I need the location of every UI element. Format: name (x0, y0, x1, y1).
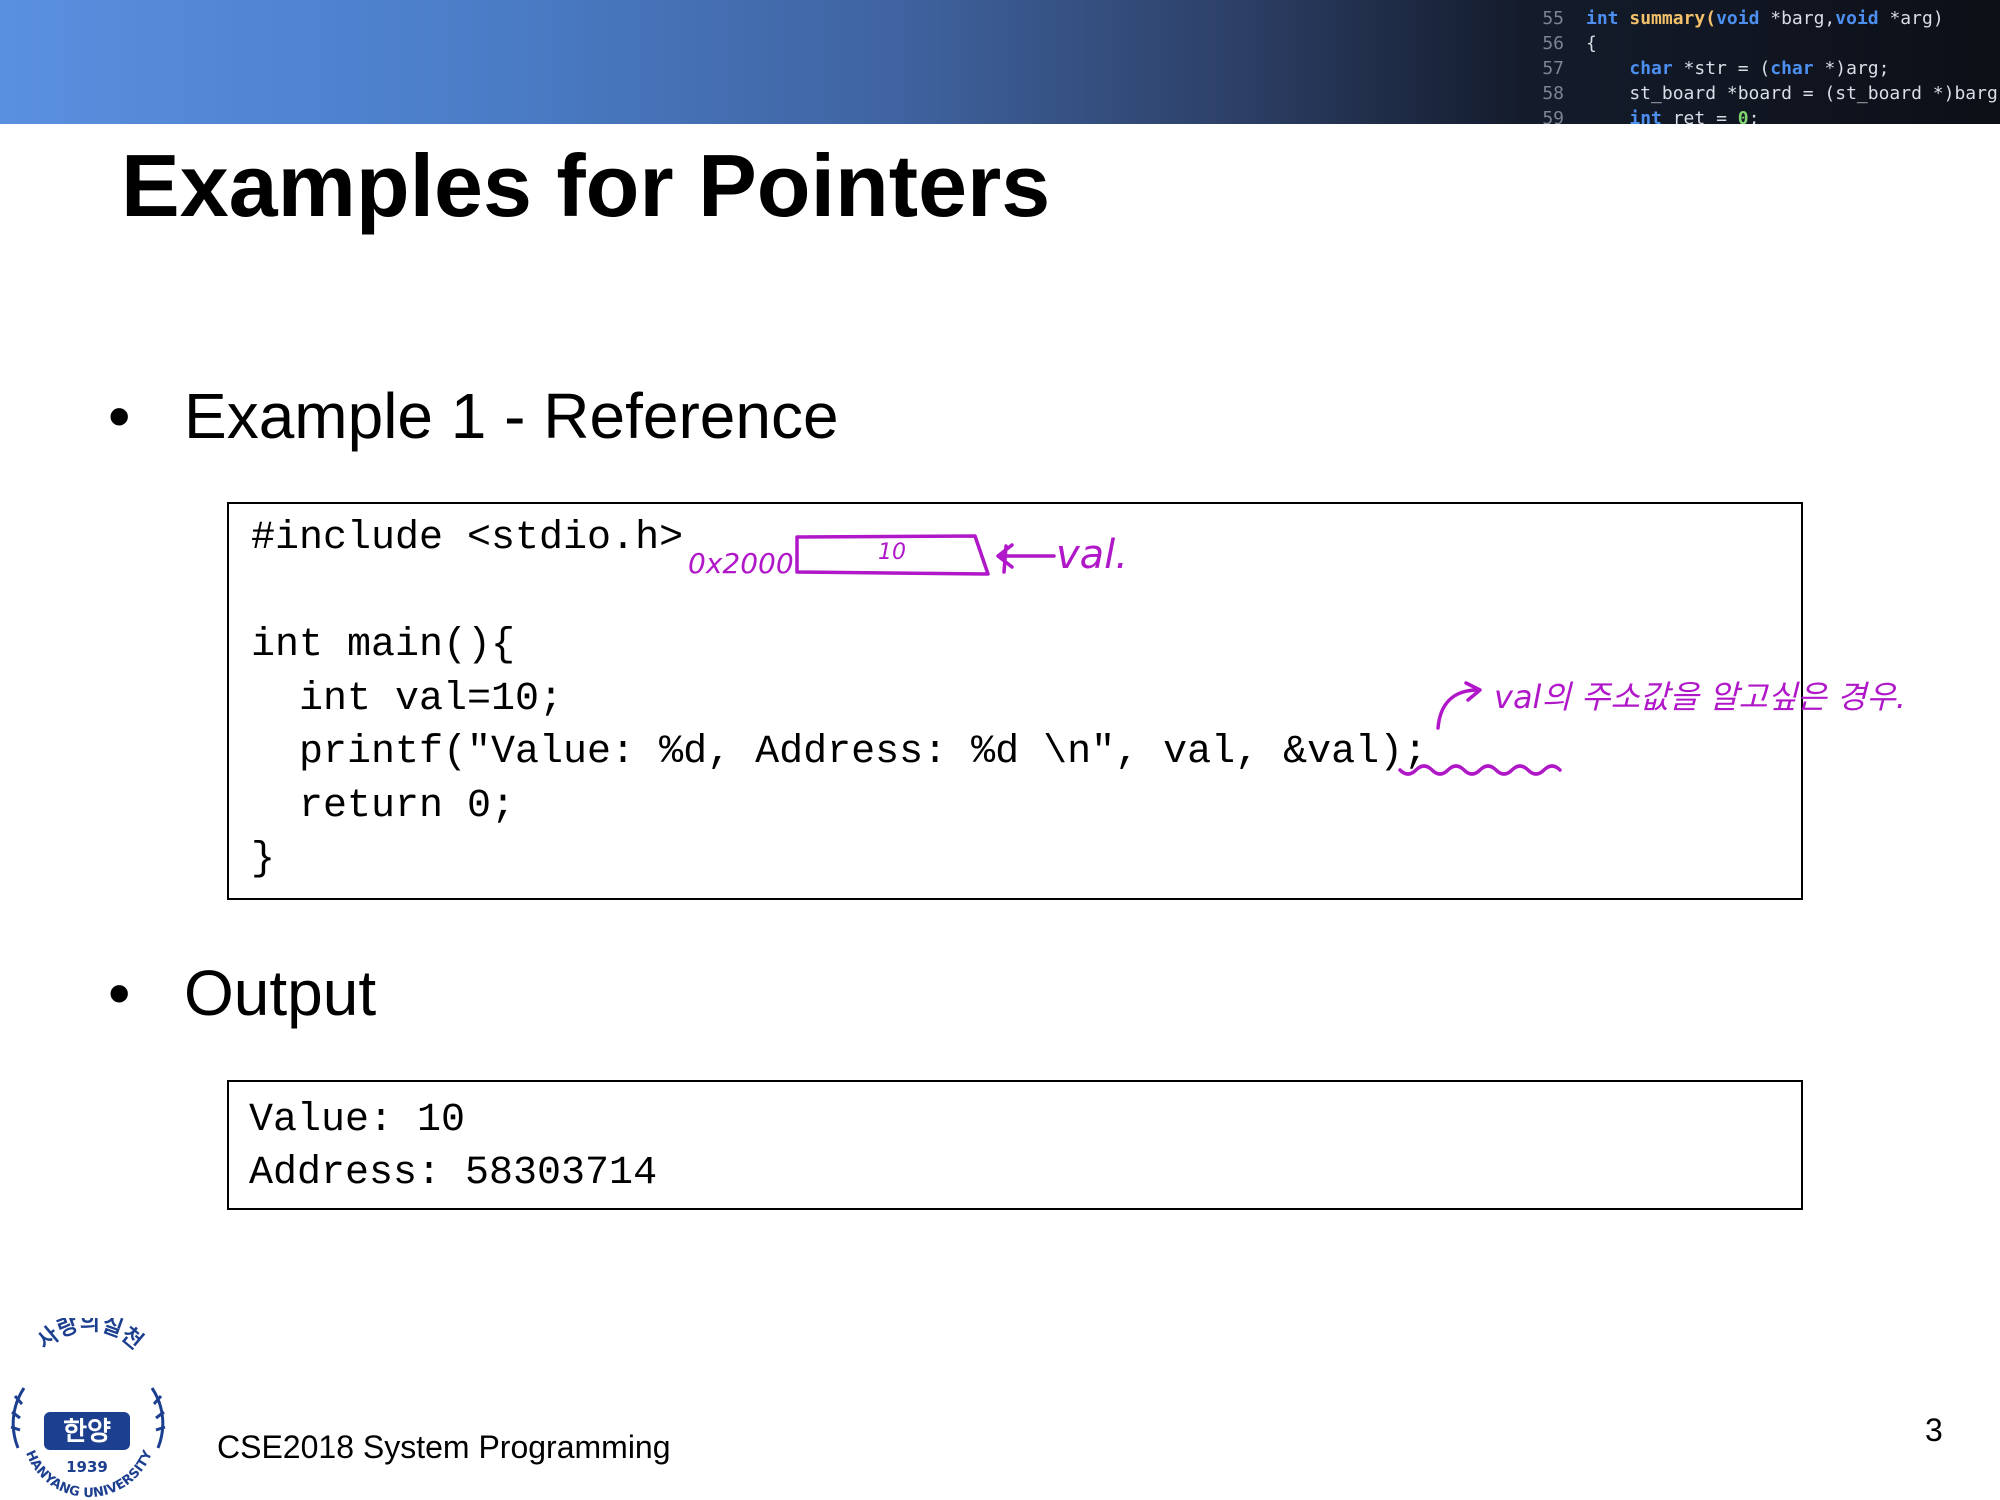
code-box-output: Value: 10 Address: 58303714 (227, 1080, 1803, 1210)
code-box-example: #include <stdio.h> int main(){ int val=1… (227, 502, 1803, 900)
bullet-text: Example 1 - Reference (184, 380, 839, 452)
logo-top-text: 사랑의실천 (33, 1318, 148, 1355)
banner-code-line: 55 int summary(void *barg,void *arg) (1542, 8, 1944, 29)
code-block: #include <stdio.h> int main(){ int val=1… (251, 512, 1427, 887)
bullet-output: • Output (108, 955, 376, 1031)
header-banner: 55 int summary(void *barg,void *arg) 56{ 57… (0, 0, 2000, 124)
bullet-example-1: • Example 1 - Reference (108, 378, 839, 454)
banner-code-line: 58 st_board *board = (st_board *)barg; (1542, 83, 2000, 104)
code-line: int main(){ (251, 623, 516, 668)
page-number: 3 (1925, 1412, 1943, 1448)
bullet-dot-icon: • (108, 957, 131, 1029)
code-line: printf("Value: %d, Address: %d \n", val,… (251, 730, 1428, 775)
slide-title: Examples for Pointers (121, 136, 1051, 235)
code-line: #include <stdio.h> (251, 516, 684, 561)
banner-code-line: 59 int ret = 0; (1542, 108, 1760, 124)
bullet-text: Output (184, 957, 377, 1029)
footer-course-name: CSE2018 System Programming (217, 1429, 671, 1465)
logo-center-text: 한양 (63, 1417, 111, 1447)
svg-text:사랑의실천: 사랑의실천 (33, 1318, 148, 1355)
output-block: Value: 10 Address: 58303714 (249, 1094, 657, 1200)
code-line: Value: 10 (249, 1098, 466, 1143)
banner-code-line: 57 char *str = (char *)arg; (1542, 58, 1890, 79)
bullet-dot-icon: • (108, 380, 131, 452)
code-line: } (251, 837, 276, 882)
code-line: int val=10; (251, 676, 564, 722)
banner-code-line: 56{ (1542, 33, 1597, 54)
code-line: Address: 58303714 (249, 1151, 658, 1196)
code-line: return 0; (251, 783, 516, 829)
banner-code-snippet: 55 int summary(void *barg,void *arg) 56{ 57… (1520, 0, 2000, 124)
logo-year: 1939 (66, 1458, 108, 1476)
university-logo: 사랑의실천 한양 1939 HANYANG UNIVERSITY (10, 1318, 166, 1500)
